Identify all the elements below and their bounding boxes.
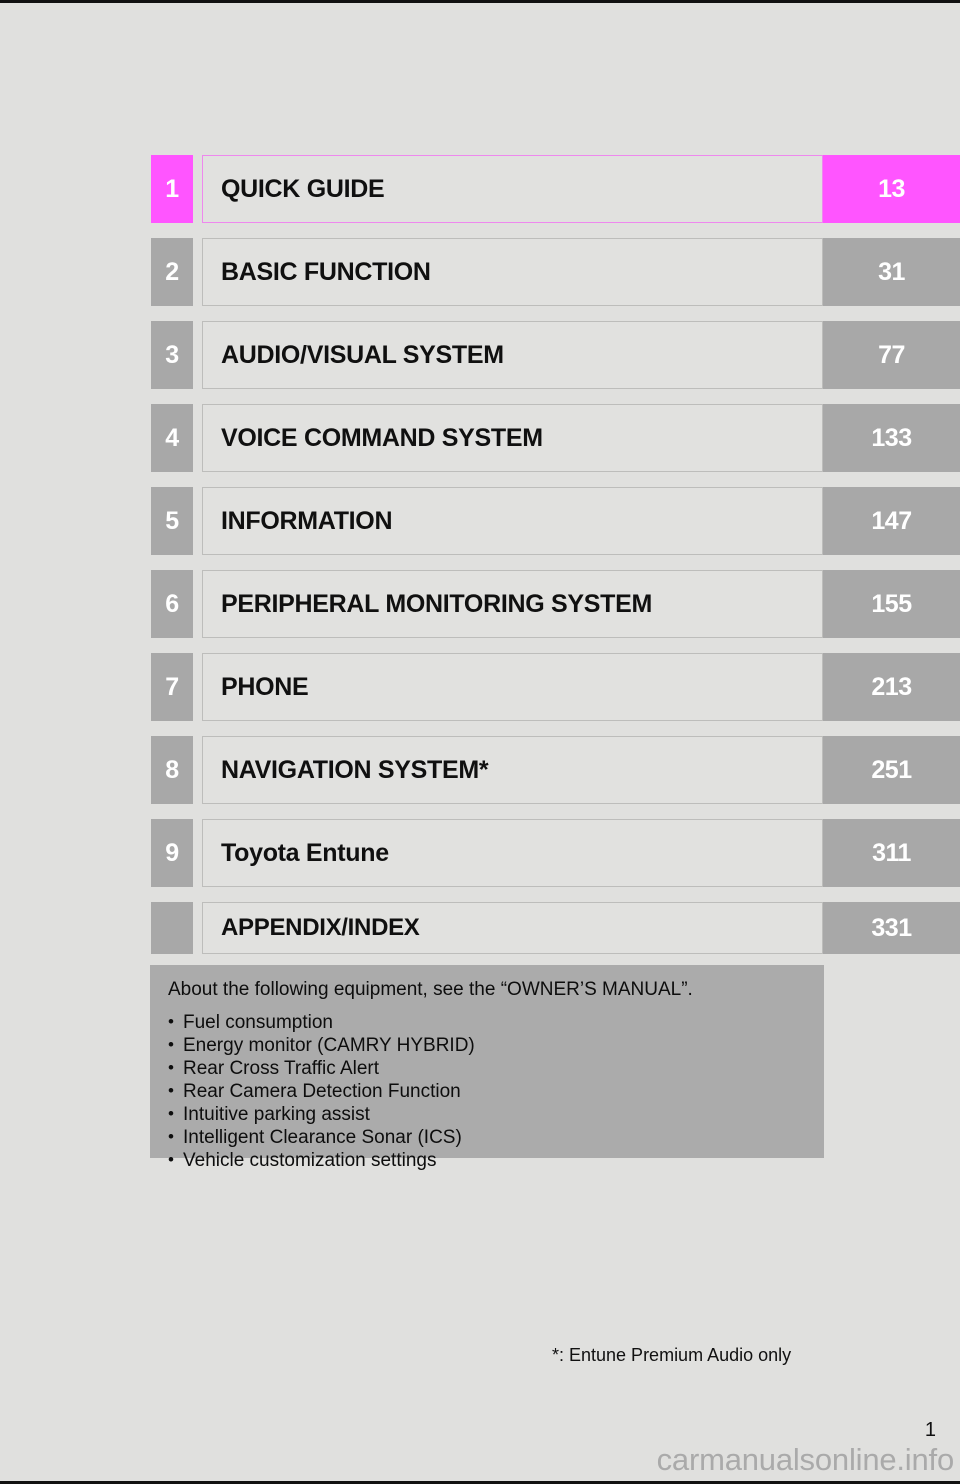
- toc-chip-gap: [193, 653, 202, 721]
- toc-chapter-number: 8: [151, 736, 193, 804]
- toc-title-plate[interactable]: NAVIGATION SYSTEM*: [202, 736, 823, 804]
- toc-title-plate[interactable]: PHONE: [202, 653, 823, 721]
- note-list-item-label: Energy monitor (CAMRY HYBRID): [183, 1035, 475, 1056]
- toc-chapter-number: 4: [151, 404, 193, 472]
- toc-chapter-number: 3: [151, 321, 193, 389]
- toc-title-plate[interactable]: PERIPHERAL MONITORING SYSTEM: [202, 570, 823, 638]
- toc-title-plate[interactable]: BASIC FUNCTION: [202, 238, 823, 306]
- toc-chapter-title: PERIPHERAL MONITORING SYSTEM: [221, 589, 653, 618]
- note-list-item: • Fuel consumption: [168, 1011, 824, 1034]
- toc-title-plate[interactable]: QUICK GUIDE: [202, 155, 823, 223]
- toc-row[interactable]: 7 PHONE 213: [151, 653, 960, 721]
- toc-title-plate[interactable]: APPENDIX/INDEX: [202, 902, 823, 954]
- toc-page-number: 31: [823, 238, 960, 306]
- toc-page-number: 251: [823, 736, 960, 804]
- toc-title-plate[interactable]: Toyota Entune: [202, 819, 823, 887]
- toc-chapter-number: 6: [151, 570, 193, 638]
- toc-row[interactable]: 5 INFORMATION 147: [151, 487, 960, 555]
- footnote-entune-premium-audio: *: Entune Premium Audio only: [552, 1345, 792, 1365]
- toc-chapter-title: NAVIGATION SYSTEM*: [221, 755, 489, 784]
- bullet-icon: •: [168, 1058, 174, 1077]
- bullet-icon: •: [168, 1035, 174, 1054]
- toc-title-plate[interactable]: INFORMATION: [202, 487, 823, 555]
- toc-chip-gap: [193, 487, 202, 555]
- toc-title-plate[interactable]: VOICE COMMAND SYSTEM: [202, 404, 823, 472]
- toc-chapter-number: 9: [151, 819, 193, 887]
- bullet-icon: •: [168, 1150, 174, 1169]
- toc-page-number: 147: [823, 487, 960, 555]
- toc-page-number: 213: [823, 653, 960, 721]
- toc-chapter-number: 5: [151, 487, 193, 555]
- note-list-item-label: Vehicle customization settings: [183, 1150, 437, 1171]
- note-list-item: • Rear Cross Traffic Alert: [168, 1057, 824, 1080]
- owners-manual-note-box: About the following equipment, see the “…: [150, 965, 824, 1171]
- bullet-icon: •: [168, 1104, 174, 1123]
- toc-chapter-title: BASIC FUNCTION: [221, 257, 431, 286]
- toc-chapter-title: Toyota Entune: [221, 838, 389, 867]
- note-list-item: • Intuitive parking assist: [168, 1103, 824, 1126]
- toc-chapter-title: APPENDIX/INDEX: [221, 914, 420, 941]
- toc-page-number: 133: [823, 404, 960, 472]
- note-list-item-label: Rear Cross Traffic Alert: [183, 1058, 380, 1079]
- toc-page-number: 77: [823, 321, 960, 389]
- toc-chapter-number: 7: [151, 653, 193, 721]
- toc-row[interactable]: 8 NAVIGATION SYSTEM* 251: [151, 736, 960, 804]
- toc-row[interactable]: APPENDIX/INDEX 331: [151, 902, 960, 954]
- toc-chapter-number: 2: [151, 238, 193, 306]
- toc-chip-gap: [193, 238, 202, 306]
- toc-chapter-number: 1: [151, 155, 193, 223]
- note-box-heading: About the following equipment, see the “…: [168, 979, 693, 1000]
- note-box-list: • Fuel consumption • Energy monitor (CAMRY …: [168, 1011, 824, 1172]
- note-list-item-label: Fuel consumption: [183, 1012, 333, 1033]
- toc-page-number: 331: [823, 902, 960, 954]
- toc-chip-gap: [193, 321, 202, 389]
- note-list-item: • Rear Camera Detection Function: [168, 1080, 824, 1103]
- toc-chip-gap: [193, 570, 202, 638]
- note-list-item-label: Intelligent Clearance Sonar (ICS): [183, 1127, 462, 1148]
- toc-row[interactable]: 9 Toyota Entune 311: [151, 819, 960, 887]
- toc-chapter-title: QUICK GUIDE: [221, 174, 385, 203]
- bullet-icon: •: [168, 1081, 174, 1100]
- page-number: 1: [924, 1419, 936, 1441]
- toc-row[interactable]: 4 VOICE COMMAND SYSTEM 133: [151, 404, 960, 472]
- toc-row[interactable]: 1 QUICK GUIDE 13: [151, 155, 960, 223]
- toc-row[interactable]: 6 PERIPHERAL MONITORING SYSTEM 155: [151, 570, 960, 638]
- toc-page-number: 311: [823, 819, 960, 887]
- note-list-item: • Vehicle customization settings: [168, 1149, 824, 1172]
- table-of-contents: 1 QUICK GUIDE 13 2 BASIC FUNCTION 31 3 AUDIO/VI…: [151, 155, 960, 954]
- toc-chapter-number: [151, 902, 193, 954]
- toc-page-number: 13: [823, 155, 960, 223]
- toc-page-number: 155: [823, 570, 960, 638]
- note-list-item-label: Intuitive parking assist: [183, 1104, 370, 1125]
- toc-chapter-title: INFORMATION: [221, 506, 393, 535]
- note-list-item: • Energy monitor (CAMRY HYBRID): [168, 1034, 824, 1057]
- toc-title-plate[interactable]: AUDIO/VISUAL SYSTEM: [202, 321, 823, 389]
- toc-chapter-title: AUDIO/VISUAL SYSTEM: [221, 340, 504, 369]
- site-watermark: carmanualsonline.info: [656, 1442, 955, 1477]
- toc-chapter-title: PHONE: [221, 672, 309, 701]
- toc-chapter-title: VOICE COMMAND SYSTEM: [221, 423, 543, 452]
- toc-chip-gap: [193, 404, 202, 472]
- toc-row[interactable]: 3 AUDIO/VISUAL SYSTEM 77: [151, 321, 960, 389]
- toc-chip-gap: [193, 902, 202, 954]
- toc-chip-gap: [193, 155, 202, 223]
- toc-chip-gap: [193, 819, 202, 887]
- bullet-icon: •: [168, 1127, 174, 1146]
- toc-chip-gap: [193, 736, 202, 804]
- bullet-icon: •: [168, 1012, 174, 1031]
- note-list-item: • Intelligent Clearance Sonar (ICS): [168, 1126, 824, 1149]
- scan-edge-top: [0, 0, 960, 3]
- note-list-item-label: Rear Camera Detection Function: [183, 1081, 461, 1102]
- toc-row[interactable]: 2 BASIC FUNCTION 31: [151, 238, 960, 306]
